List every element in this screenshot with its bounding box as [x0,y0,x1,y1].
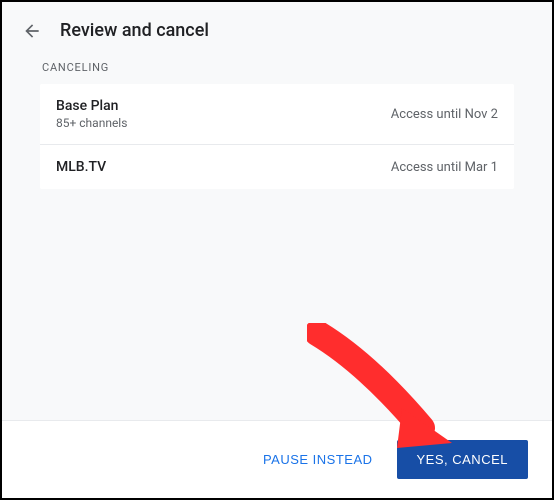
pause-instead-button[interactable]: PAUSE INSTEAD [249,442,387,477]
item-info: Base Plan 85+ channels [56,98,127,130]
item-title: Base Plan [56,98,127,114]
item-info: MLB.TV [56,159,106,175]
back-arrow-icon[interactable] [22,21,42,41]
list-item: Base Plan 85+ channels Access until Nov … [40,84,514,145]
cancel-list: Base Plan 85+ channels Access until Nov … [40,84,514,189]
page-title: Review and cancel [60,20,209,41]
footer-actions: PAUSE INSTEAD YES, CANCEL [2,420,552,498]
content-area: Review and cancel CANCELING Base Plan 85… [2,2,552,422]
item-status: Access until Mar 1 [391,160,498,175]
list-item: MLB.TV Access until Mar 1 [40,145,514,189]
yes-cancel-button[interactable]: YES, CANCEL [397,440,528,479]
section-label: CANCELING [2,53,552,84]
item-title: MLB.TV [56,159,106,175]
header: Review and cancel [2,2,552,53]
item-subtitle: 85+ channels [56,116,127,130]
item-status: Access until Nov 2 [391,107,498,122]
